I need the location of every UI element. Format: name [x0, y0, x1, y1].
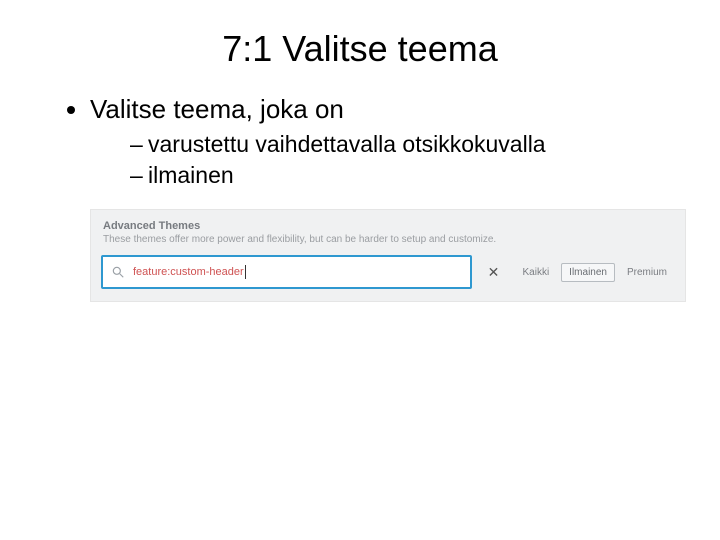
filter-premium[interactable]: Premium [619, 263, 675, 282]
panel-subheading: These themes offer more power and flexib… [103, 234, 675, 245]
bullet-text-1: Valitse teema, joka on [90, 94, 344, 124]
filter-group: Kaikki Ilmainen Premium [514, 255, 675, 289]
sub-bullet-1: varustettu vaihdettavalla otsikkokuvalla [130, 129, 680, 160]
search-icon [111, 265, 125, 279]
close-icon: ✕ [488, 264, 500, 281]
slide: 7:1 Valitse teema Valitse teema, joka on… [0, 0, 720, 540]
sub-bullet-2: ilmainen [130, 160, 680, 191]
themes-panel: Advanced Themes These themes offer more … [90, 209, 686, 302]
search-input[interactable]: feature:custom-header [101, 255, 472, 289]
search-value: feature:custom-header [133, 265, 246, 279]
slide-content: Valitse teema, joka on varustettu vaihde… [0, 92, 720, 302]
filter-all[interactable]: Kaikki [514, 263, 557, 282]
panel-heading: Advanced Themes [103, 220, 675, 232]
clear-search-button[interactable]: ✕ [478, 255, 508, 289]
bullet-item-1: Valitse teema, joka on varustettu vaihde… [90, 92, 680, 191]
bullet-list: Valitse teema, joka on varustettu vaihde… [60, 92, 680, 191]
sub-bullet-list: varustettu vaihdettavalla otsikkokuvalla… [90, 129, 680, 191]
search-row: feature:custom-header ✕ Kaikki Ilmainen … [101, 255, 675, 289]
filter-free[interactable]: Ilmainen [561, 263, 615, 282]
slide-title: 7:1 Valitse teema [0, 0, 720, 92]
